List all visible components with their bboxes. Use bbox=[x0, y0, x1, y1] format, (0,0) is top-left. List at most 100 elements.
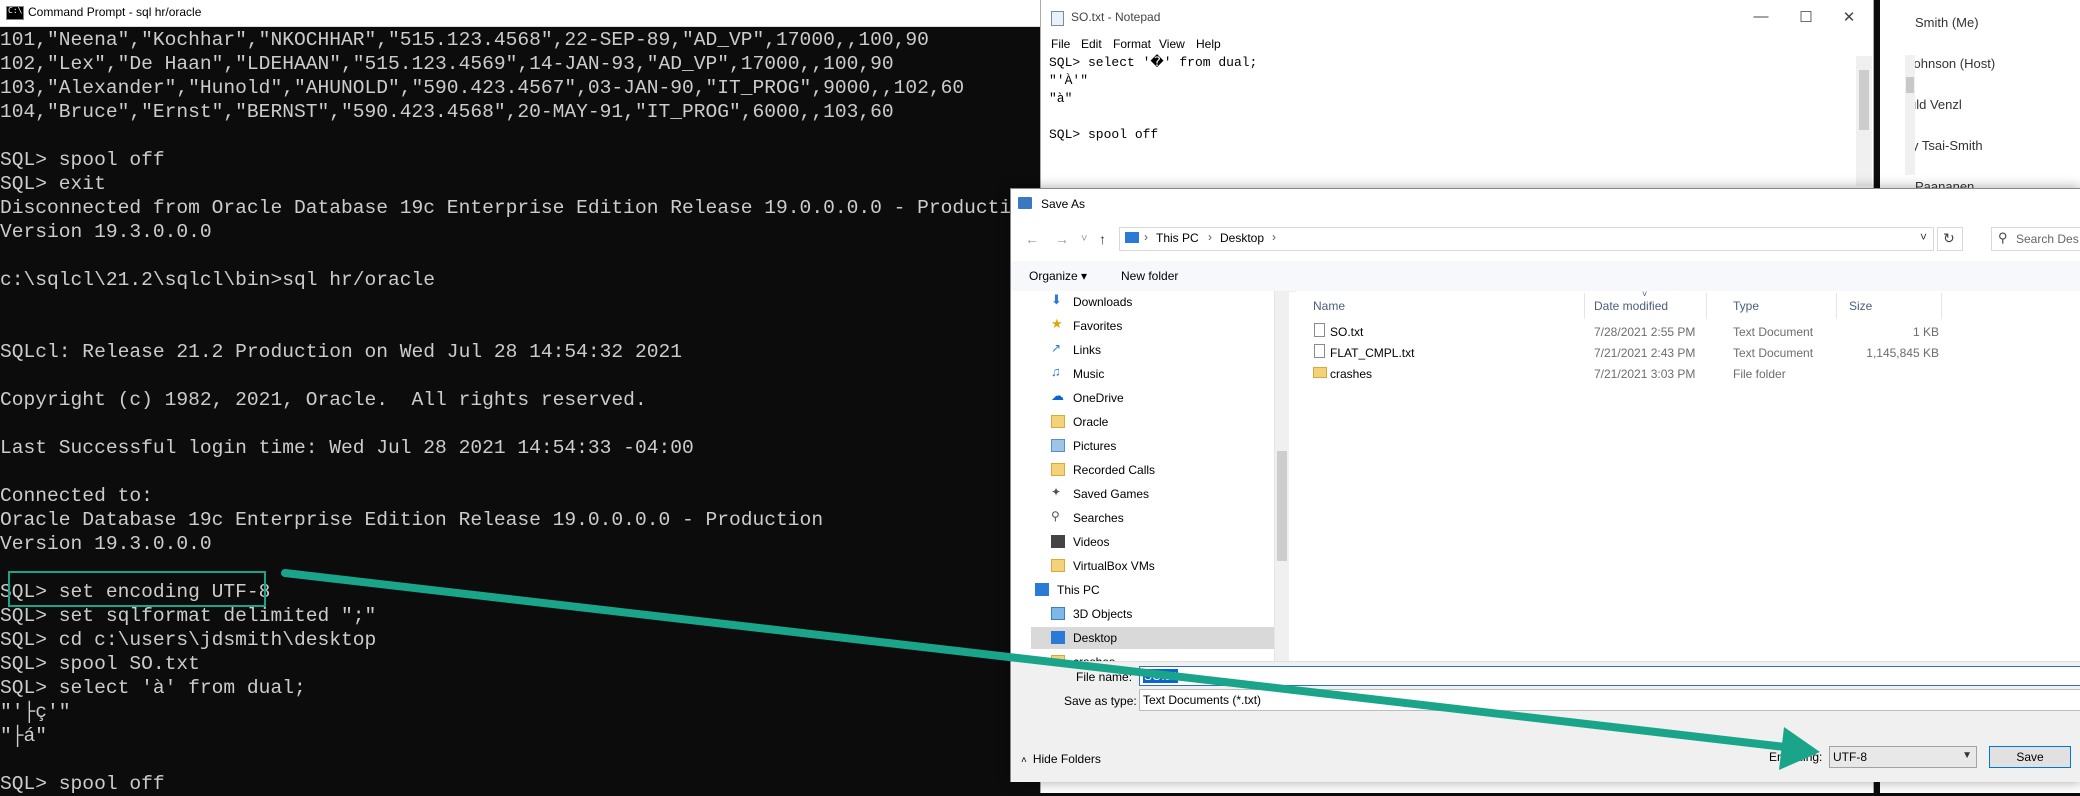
participants-scrollbar[interactable] bbox=[1905, 55, 1915, 175]
search-input[interactable]: ⚲ Search Des bbox=[1991, 227, 2080, 251]
back-arrow-icon[interactable]: ← bbox=[1025, 231, 1039, 247]
nav-item-favorites[interactable]: ★ Favorites bbox=[1051, 315, 1281, 337]
cmd-console-output[interactable]: 101,"Neena","Kochhar","NKOCHHAR","515.12… bbox=[0, 28, 1040, 796]
cmd-line: SQLcl: Release 21.2 Production on Wed Ju… bbox=[0, 341, 682, 363]
file-date: 7/21/2021 2:43 PM bbox=[1594, 346, 1696, 360]
scrollbar-thumb[interactable] bbox=[1906, 77, 1914, 93]
column-divider bbox=[1706, 293, 1707, 319]
save-as-type-select[interactable]: Text Documents (*.txt) bbox=[1139, 689, 2080, 711]
cloud-icon: ☁ bbox=[1051, 388, 1064, 403]
nav-item-saved-games[interactable]: ✦ Saved Games bbox=[1051, 483, 1281, 505]
cmd-line bbox=[0, 412, 1040, 436]
nav-pane-scrollbar[interactable] bbox=[1274, 291, 1289, 661]
nav-item-oracle[interactable]: Oracle bbox=[1051, 411, 1281, 433]
chevron-down-icon[interactable]: ˅ bbox=[1920, 230, 1927, 244]
save-as-title-bar[interactable]: Save As bbox=[1011, 189, 2080, 219]
nav-item-label: Saved Games bbox=[1073, 487, 1150, 501]
file-row[interactable]: FLAT_CMPL.txt 7/21/2021 2:43 PM Text Doc… bbox=[1296, 342, 2080, 364]
nav-item-this-pc[interactable]: This PC bbox=[1035, 579, 1265, 601]
menu-edit[interactable]: Edit bbox=[1081, 37, 1102, 51]
menu-format[interactable]: Format bbox=[1113, 37, 1151, 51]
cmd-line bbox=[0, 460, 1040, 484]
nav-item-music[interactable]: ♫ Music bbox=[1051, 363, 1281, 385]
scrollbar-thumb[interactable] bbox=[1859, 70, 1869, 130]
nav-item-label: This PC bbox=[1057, 583, 1100, 597]
menu-file[interactable]: File bbox=[1051, 37, 1070, 51]
refresh-button[interactable]: ↻ bbox=[1937, 227, 1963, 251]
nav-item-3d-objects[interactable]: 3D Objects bbox=[1051, 603, 1281, 625]
text-file-icon bbox=[1314, 344, 1325, 358]
console-icon bbox=[6, 6, 24, 20]
nav-item-recorded-calls[interactable]: Recorded Calls bbox=[1051, 459, 1281, 481]
cmd-line bbox=[0, 364, 1040, 388]
nav-item-searches[interactable]: ⚲ Searches bbox=[1051, 507, 1281, 529]
breadcrumb-separator[interactable]: › bbox=[1208, 230, 1212, 244]
organize-button[interactable]: Organize ▾ bbox=[1029, 269, 1087, 283]
search-icon: ⚲ bbox=[1051, 509, 1060, 523]
notepad-text-area[interactable]: SQL> select '�' from dual; "'À'" "à" SQL> s… bbox=[1041, 54, 1877, 144]
notepad-icon bbox=[1051, 11, 1064, 26]
notepad-menu-bar: File Edit Format View Help bbox=[1041, 36, 1873, 56]
navigation-pane: ⬇ Downloads ★ Favorites ↗ Links ♫ Music ☁ One… bbox=[1011, 291, 1281, 661]
nav-item-downloads[interactable]: ⬇ Downloads bbox=[1051, 291, 1281, 313]
recent-chevron-icon[interactable]: ˅ bbox=[1081, 233, 1087, 245]
nav-item-videos[interactable]: Videos bbox=[1051, 531, 1281, 553]
new-folder-button[interactable]: New folder bbox=[1121, 269, 1178, 283]
nav-item-label: VirtualBox VMs bbox=[1073, 559, 1155, 573]
download-icon: ⬇ bbox=[1051, 292, 1062, 307]
hide-folders-button[interactable]: ˄ Hide Folders bbox=[1021, 752, 1101, 766]
nav-item-links[interactable]: ↗ Links bbox=[1051, 339, 1281, 361]
column-name[interactable]: Name bbox=[1313, 299, 1345, 313]
cmd-line: SQL> set sqlformat delimited ";" bbox=[0, 605, 377, 627]
cmd-line: Oracle Database 19c Enterprise Edition R… bbox=[0, 509, 824, 531]
save-as-dialog: Save As ← → ˅ ↑ › This PC › Desktop › ˅ … bbox=[1010, 188, 2080, 782]
cmd-line bbox=[0, 292, 1040, 316]
menu-help[interactable]: Help bbox=[1196, 37, 1221, 51]
column-date-modified[interactable]: Date modified bbox=[1594, 299, 1668, 313]
computer-icon bbox=[1125, 232, 1139, 243]
file-row[interactable]: crashes 7/21/2021 3:03 PM File folder bbox=[1296, 363, 2080, 385]
breadcrumb-separator[interactable]: › bbox=[1272, 230, 1276, 244]
dialog-toolbar: Organize ▾ New folder bbox=[1011, 261, 2080, 292]
menu-view[interactable]: View bbox=[1159, 37, 1185, 51]
participant-name[interactable]: Smith (Me) bbox=[1915, 15, 1979, 30]
encoding-select[interactable]: UTF-8 ▼ bbox=[1829, 746, 1977, 768]
notepad-scrollbar[interactable] bbox=[1856, 56, 1872, 186]
up-arrow-icon[interactable]: ↑ bbox=[1099, 231, 1106, 247]
folder-icon bbox=[1051, 415, 1065, 428]
link-icon: ↗ bbox=[1051, 341, 1062, 355]
column-size[interactable]: Size bbox=[1849, 299, 1872, 313]
file-date: 7/21/2021 3:03 PM bbox=[1594, 367, 1696, 381]
encoding-label: Encoding: bbox=[1769, 750, 1823, 764]
nav-item-desktop[interactable]: Desktop bbox=[1031, 627, 1281, 649]
minimize-icon[interactable]: — bbox=[1751, 8, 1771, 25]
nav-item-label: Music bbox=[1073, 367, 1105, 381]
folder-icon bbox=[1051, 559, 1065, 572]
scrollbar-thumb[interactable] bbox=[1277, 451, 1287, 561]
nav-item-virtualbox-vms[interactable]: VirtualBox VMs bbox=[1051, 555, 1281, 577]
notepad-title-bar[interactable]: SO.txt - Notepad — ☐ ✕ bbox=[1041, 0, 1873, 36]
cube-icon bbox=[1051, 607, 1065, 620]
breadcrumb-desktop[interactable]: Desktop bbox=[1220, 231, 1264, 245]
save-as-title: Save As bbox=[1041, 197, 1086, 211]
save-button[interactable]: Save bbox=[1989, 746, 2071, 768]
file-size: 1 KB bbox=[1912, 325, 1939, 339]
file-row[interactable]: SO.txt 7/28/2021 2:55 PM Text Document 1… bbox=[1296, 321, 2080, 343]
nav-item-crashes[interactable]: crashes bbox=[1051, 651, 1281, 661]
maximize-icon[interactable]: ☐ bbox=[1796, 8, 1816, 26]
cmd-title-bar[interactable]: Command Prompt - sql hr/oracle bbox=[0, 0, 1040, 27]
nav-item-onedrive[interactable]: ☁ OneDrive bbox=[1051, 387, 1281, 409]
forward-arrow-icon[interactable]: → bbox=[1055, 231, 1069, 247]
video-icon bbox=[1051, 535, 1065, 548]
address-bar-row: ← → ˅ ↑ › This PC › Desktop › ˅ ↻ ⚲ Sear… bbox=[1011, 219, 2080, 259]
file-name-input[interactable]: SO.txt bbox=[1139, 666, 2080, 686]
column-type[interactable]: Type bbox=[1733, 299, 1759, 313]
participant-name[interactable]: uld Venzl bbox=[1909, 97, 1962, 112]
participant-name[interactable]: y Tsai-Smith bbox=[1912, 138, 1983, 153]
participant-name[interactable]: Johnson (Host) bbox=[1907, 56, 1995, 71]
close-icon[interactable]: ✕ bbox=[1839, 8, 1859, 26]
address-bar[interactable]: › This PC › Desktop › ˅ bbox=[1119, 227, 1934, 251]
nav-item-label: Oracle bbox=[1073, 415, 1109, 429]
nav-item-pictures[interactable]: Pictures bbox=[1051, 435, 1281, 457]
breadcrumb-this-pc[interactable]: This PC bbox=[1156, 231, 1199, 245]
